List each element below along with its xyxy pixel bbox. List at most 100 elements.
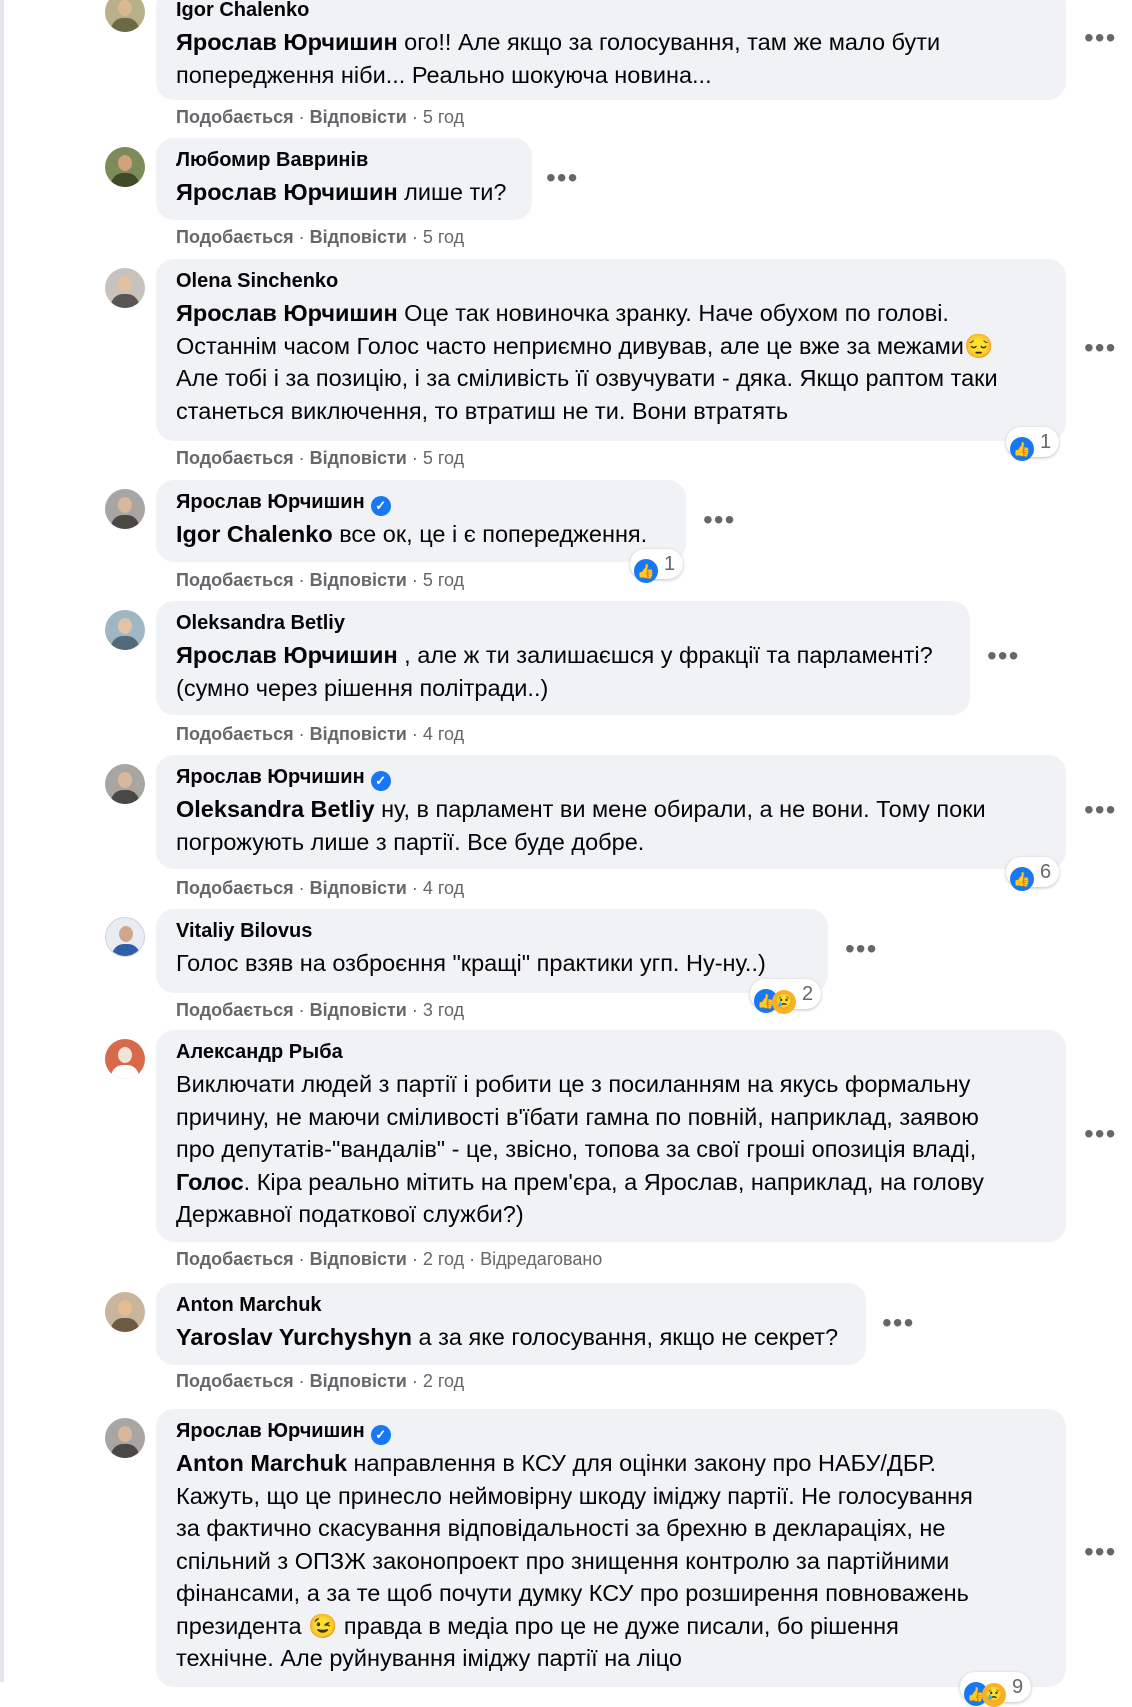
- reply-button[interactable]: Відповісти: [310, 724, 407, 744]
- more-options-icon[interactable]: •••: [987, 642, 1018, 674]
- comment-actions: Подобається · Відповісти · 2 год: [176, 1371, 465, 1391]
- avatar[interactable]: [105, 147, 145, 187]
- comment-actions: Подобається · Відповісти · 2 год · Відредагова…: [176, 1249, 603, 1269]
- like-button[interactable]: Подобається: [176, 1249, 294, 1269]
- comment-text: Ярослав Юрчишин ого!! Але якщо за голосу…: [176, 29, 941, 88]
- comment-bubble: Vitaliy Bilovus Голос взяв на озброєння …: [156, 909, 828, 993]
- more-options-icon[interactable]: •••: [882, 1309, 913, 1341]
- mention-link[interactable]: Oleksandra Betliy: [176, 796, 375, 822]
- reply-button[interactable]: Відповісти: [310, 1000, 407, 1020]
- mention-link[interactable]: Ярослав Юрчишин: [176, 179, 398, 205]
- timestamp[interactable]: 4 год: [423, 878, 464, 898]
- avatar[interactable]: [105, 489, 145, 529]
- timestamp[interactable]: 3 год: [423, 1000, 464, 1020]
- verified-badge-icon: ✓: [370, 1425, 391, 1445]
- comment-bubble: Ярослав Юрчишин ✓ Anton Marchuk направлен…: [156, 1409, 1066, 1687]
- timestamp[interactable]: 4 год: [423, 724, 464, 744]
- like-reaction-icon: 👍: [1010, 437, 1034, 461]
- comment-bubble: Igor Chalenko Ярослав Юрчишин ого!! Але …: [156, 0, 1066, 100]
- reply-button[interactable]: Відповісти: [310, 878, 407, 898]
- reaction-count[interactable]: 👍 1: [1006, 427, 1060, 461]
- avatar[interactable]: [105, 1418, 145, 1458]
- like-button[interactable]: Подобається: [176, 448, 294, 468]
- mention-link[interactable]: Ярослав Юрчишин: [176, 300, 398, 326]
- like-reaction-icon: 👍: [634, 559, 658, 583]
- comment-bubble: Olena Sinchenko Ярослав Юрчишин Оце так …: [156, 259, 1066, 441]
- comment-text: Голос взяв на озброєння "кращі" практики…: [176, 950, 766, 976]
- reaction-count[interactable]: 👍 6: [1006, 857, 1060, 891]
- timestamp[interactable]: 5 год: [423, 107, 464, 127]
- comment-author[interactable]: Anton Marchuk: [176, 1293, 322, 1317]
- like-button[interactable]: Подобається: [176, 570, 294, 590]
- more-options-icon[interactable]: •••: [546, 164, 577, 196]
- comment-text: Ярослав Юрчишин Оце так новиночка зранку…: [176, 300, 998, 424]
- comment-bubble: Ярослав Юрчишин ✓ Igor Chalenko все ок, ц…: [156, 480, 686, 562]
- avatar[interactable]: [105, 268, 145, 308]
- mention-link[interactable]: Igor Chalenko: [176, 521, 333, 547]
- comment-author[interactable]: Oleksandra Betliy: [176, 611, 345, 635]
- avatar[interactable]: [105, 764, 145, 804]
- like-button[interactable]: Подобається: [176, 107, 294, 127]
- timestamp[interactable]: 5 год: [423, 227, 464, 247]
- comment-author[interactable]: Ярослав Юрчишин ✓: [176, 1419, 391, 1445]
- reaction-count[interactable]: 👍 1: [630, 549, 684, 583]
- mention-link[interactable]: Ярослав Юрчишин: [176, 642, 398, 668]
- timestamp[interactable]: 5 год: [423, 570, 464, 590]
- reply-button[interactable]: Відповісти: [310, 227, 407, 247]
- reply-button[interactable]: Відповісти: [310, 107, 407, 127]
- comment-author[interactable]: Igor Chalenko: [176, 0, 309, 22]
- timestamp[interactable]: 5 год: [423, 448, 464, 468]
- comment-bubble: Ярослав Юрчишин ✓ Oleksandra Betliy ну, в…: [156, 755, 1066, 869]
- comment-bubble: Anton Marchuk Yaroslav Yurchyshyn а за я…: [156, 1283, 866, 1365]
- comment-author[interactable]: Vitaliy Bilovus: [176, 919, 312, 943]
- like-button[interactable]: Подобається: [176, 227, 294, 247]
- more-options-icon[interactable]: •••: [1084, 24, 1115, 56]
- comment-actions: Подобається · Відповісти · 5 год: [176, 570, 465, 590]
- more-options-icon[interactable]: •••: [845, 935, 876, 967]
- reply-button[interactable]: Відповісти: [310, 570, 407, 590]
- timestamp[interactable]: 2 год: [423, 1249, 464, 1269]
- comment-author[interactable]: Ярослав Юрчишин ✓: [176, 765, 391, 791]
- mention-link[interactable]: Yaroslav Yurchyshyn: [176, 1324, 412, 1350]
- left-divider: [0, 0, 4, 1682]
- comment-author[interactable]: Любомир Вавринів: [176, 148, 368, 172]
- avatar[interactable]: [105, 1039, 145, 1079]
- comment-text: Ярослав Юрчишин , але ж ти залишаєшся у …: [176, 642, 933, 701]
- reaction-count[interactable]: 👍😢 9: [960, 1672, 1032, 1707]
- like-button[interactable]: Подобається: [176, 878, 294, 898]
- verified-badge-icon: ✓: [370, 771, 391, 791]
- like-button[interactable]: Подобається: [176, 1371, 294, 1391]
- like-button[interactable]: Подобається: [176, 724, 294, 744]
- comment-author[interactable]: Ярослав Юрчишин ✓: [176, 490, 391, 516]
- like-reaction-icon: 👍: [1010, 867, 1034, 891]
- more-options-icon[interactable]: •••: [1084, 334, 1115, 366]
- sad-reaction-icon: 😢: [982, 1683, 1006, 1707]
- comment-bubble: Oleksandra Betliy Ярослав Юрчишин , але …: [156, 601, 970, 715]
- more-options-icon[interactable]: •••: [1084, 796, 1115, 828]
- avatar[interactable]: [105, 1292, 145, 1332]
- reaction-count[interactable]: 👍😢 2: [750, 979, 822, 1014]
- mention-link[interactable]: Ярослав Юрчишин: [176, 29, 398, 55]
- edited-label[interactable]: Відредаговано: [480, 1249, 602, 1269]
- comment-text: Виключати людей з партії і робити це з п…: [176, 1071, 984, 1227]
- like-button[interactable]: Подобається: [176, 1000, 294, 1020]
- avatar[interactable]: [105, 610, 145, 650]
- reply-button[interactable]: Відповісти: [310, 1249, 407, 1269]
- comment-author[interactable]: Olena Sinchenko: [176, 269, 338, 293]
- sad-reaction-icon: 😢: [772, 990, 796, 1014]
- more-options-icon[interactable]: •••: [1084, 1120, 1115, 1152]
- comment-bubble: Любомир Вавринів Ярослав Юрчишин лише ти…: [156, 138, 532, 220]
- timestamp[interactable]: 2 год: [423, 1371, 464, 1391]
- comment-actions: Подобається · Відповісти · 5 год: [176, 227, 465, 247]
- reply-button[interactable]: Відповісти: [310, 1371, 407, 1391]
- comment-actions: Подобається · Відповісти · 3 год: [176, 1000, 465, 1020]
- more-options-icon[interactable]: •••: [1084, 1538, 1115, 1570]
- comment-actions: Подобається · Відповісти · 5 год: [176, 107, 465, 127]
- reply-button[interactable]: Відповісти: [310, 448, 407, 468]
- mention-link[interactable]: Anton Marchuk: [176, 1450, 347, 1476]
- verified-badge-icon: ✓: [370, 496, 391, 516]
- comment-author[interactable]: Александр Рыба: [176, 1040, 343, 1064]
- avatar[interactable]: [105, 917, 145, 957]
- avatar[interactable]: [105, 0, 145, 32]
- more-options-icon[interactable]: •••: [703, 506, 734, 538]
